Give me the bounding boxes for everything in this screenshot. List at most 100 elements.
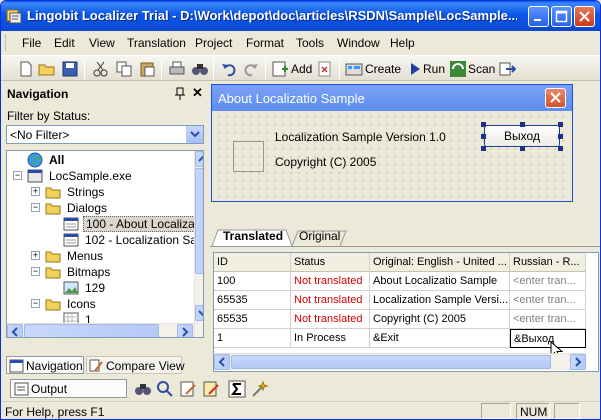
tab-output[interactable]: Output	[10, 379, 127, 398]
maximize-button[interactable]	[551, 6, 572, 27]
scroll-thumb[interactable]	[195, 168, 203, 274]
sum-icon[interactable]	[228, 380, 246, 398]
column-header-original[interactable]: Original: English - United ...	[370, 253, 510, 272]
open-folder-icon[interactable]	[38, 60, 56, 78]
menu-project[interactable]: Project	[195, 36, 232, 50]
dialog-version-text[interactable]: Localization Sample Version 1.0	[275, 130, 446, 144]
wizard-icon[interactable]	[251, 380, 269, 398]
menu-help[interactable]: Help	[390, 36, 415, 50]
table-row[interactable]: 100 Not translated About Localizatio Sam…	[214, 272, 598, 291]
run-button[interactable]: Run	[423, 62, 445, 76]
menu-view[interactable]: View	[89, 36, 115, 50]
menu-edit[interactable]: Edit	[54, 36, 75, 50]
scroll-right-button[interactable]	[570, 354, 586, 370]
create-button[interactable]: Create	[365, 62, 401, 76]
resize-handle[interactable]	[520, 122, 525, 127]
resize-handle[interactable]	[558, 122, 563, 127]
dialog-close-button[interactable]	[545, 88, 566, 108]
menu-translation[interactable]: Translation	[127, 36, 186, 50]
dialog-icon	[63, 217, 79, 231]
dialog-icon-placeholder[interactable]	[233, 141, 264, 172]
column-header-status[interactable]: Status	[291, 253, 370, 272]
cell-translation[interactable]: <enter tran...	[510, 310, 586, 329]
find-icon[interactable]	[191, 60, 209, 78]
menu-grip[interactable]	[5, 35, 8, 51]
scroll-down-button[interactable]	[195, 305, 203, 321]
minimize-button[interactable]	[528, 6, 549, 27]
scroll-right-button[interactable]	[177, 324, 193, 337]
table-row[interactable]: 1 In Process &Exit &Выход	[214, 329, 598, 348]
dropdown-button[interactable]	[186, 126, 203, 143]
menu-window[interactable]: Window	[337, 36, 380, 50]
column-header-id[interactable]: ID	[214, 253, 291, 272]
resize-handle[interactable]	[481, 146, 486, 151]
resize-handle[interactable]	[520, 146, 525, 151]
remove-icon[interactable]	[316, 60, 334, 78]
run-icon[interactable]	[406, 60, 424, 78]
cell-translation[interactable]: <enter tran...	[510, 272, 586, 291]
tab-original[interactable]: Original	[299, 229, 340, 243]
save-icon[interactable]	[61, 60, 79, 78]
cut-icon[interactable]	[92, 60, 110, 78]
scan-button[interactable]: Scan	[468, 62, 495, 76]
undo-icon[interactable]	[220, 60, 238, 78]
translation-grid[interactable]: ID Status Original: English - United ...…	[213, 252, 599, 372]
redo-icon[interactable]	[242, 60, 260, 78]
dialog-preview[interactable]: About Localizatio Sample Localization Sa…	[211, 84, 573, 202]
add-icon[interactable]	[271, 60, 289, 78]
filter-select[interactable]: <No Filter>	[6, 125, 204, 144]
scroll-thumb[interactable]	[24, 324, 159, 337]
collapse-icon[interactable]: −	[31, 203, 40, 212]
grid-horizontal-scrollbar[interactable]	[214, 353, 586, 370]
find-icon[interactable]	[134, 380, 152, 398]
tab-translated[interactable]: Translated	[223, 229, 283, 243]
paste-icon[interactable]	[138, 60, 156, 78]
resize-handle[interactable]	[481, 122, 486, 127]
new-file-icon[interactable]	[17, 60, 35, 78]
title-bar[interactable]: Lingobit Localizer Trial - D:\Work\depot…	[1, 1, 600, 31]
table-row[interactable]: 65535 Not translated Copyright (C) 2005 …	[214, 310, 598, 329]
cell-translation-editor[interactable]: &Выход	[510, 329, 586, 348]
maximize-icon	[555, 10, 568, 23]
menu-tools[interactable]: Tools	[296, 36, 324, 50]
scroll-up-button[interactable]	[195, 151, 203, 167]
copy-icon[interactable]	[115, 60, 133, 78]
create-icon[interactable]	[345, 60, 363, 78]
scroll-thumb[interactable]	[231, 355, 551, 369]
resize-handle[interactable]	[558, 146, 563, 151]
scroll-left-button[interactable]	[214, 354, 230, 370]
cell-translation[interactable]: <enter tran...	[510, 291, 586, 310]
folder-icon	[45, 187, 61, 199]
expand-icon[interactable]: +	[31, 187, 40, 196]
tab-navigation[interactable]: Navigation	[6, 356, 84, 374]
scroll-left-button[interactable]	[7, 324, 23, 337]
print-icon[interactable]	[168, 60, 186, 78]
resize-handle[interactable]	[481, 134, 486, 139]
edit-icon[interactable]	[179, 380, 197, 398]
cell-status: Not translated	[291, 291, 370, 310]
menu-format[interactable]: Format	[246, 36, 284, 50]
expand-icon[interactable]: +	[31, 251, 40, 260]
column-header-russian[interactable]: Russian - R...	[510, 253, 586, 272]
pin-icon[interactable]	[174, 87, 186, 101]
close-button[interactable]	[574, 6, 595, 27]
collapse-icon[interactable]: −	[13, 171, 22, 180]
validate-icon[interactable]	[156, 380, 174, 398]
close-panel-icon[interactable]: ✕	[192, 85, 203, 101]
dialog-copyright-text[interactable]: Copyright (C) 2005	[275, 155, 376, 169]
translate-icon[interactable]	[202, 380, 220, 398]
export-icon[interactable]	[498, 60, 516, 78]
table-row[interactable]: 65535 Not translated Localization Sample…	[214, 291, 598, 310]
collapse-icon[interactable]: −	[31, 267, 40, 276]
scan-icon[interactable]	[449, 60, 467, 78]
tree-horizontal-scrollbar[interactable]	[7, 323, 194, 337]
add-button[interactable]: Add	[291, 62, 312, 76]
dialog-canvas[interactable]: Localization Sample Version 1.0 Copyrigh…	[215, 113, 569, 199]
collapse-icon[interactable]: −	[31, 299, 40, 308]
tree-vertical-scrollbar[interactable]	[194, 151, 203, 337]
menu-file[interactable]: File	[22, 36, 41, 50]
tab-compare-view[interactable]: Compare View	[86, 356, 184, 374]
dialog-exit-button[interactable]: Выход	[484, 125, 560, 147]
resource-tree[interactable]: All − LocSample.exe + Strings − Dialogs …	[6, 150, 204, 338]
resize-handle[interactable]	[558, 134, 563, 139]
